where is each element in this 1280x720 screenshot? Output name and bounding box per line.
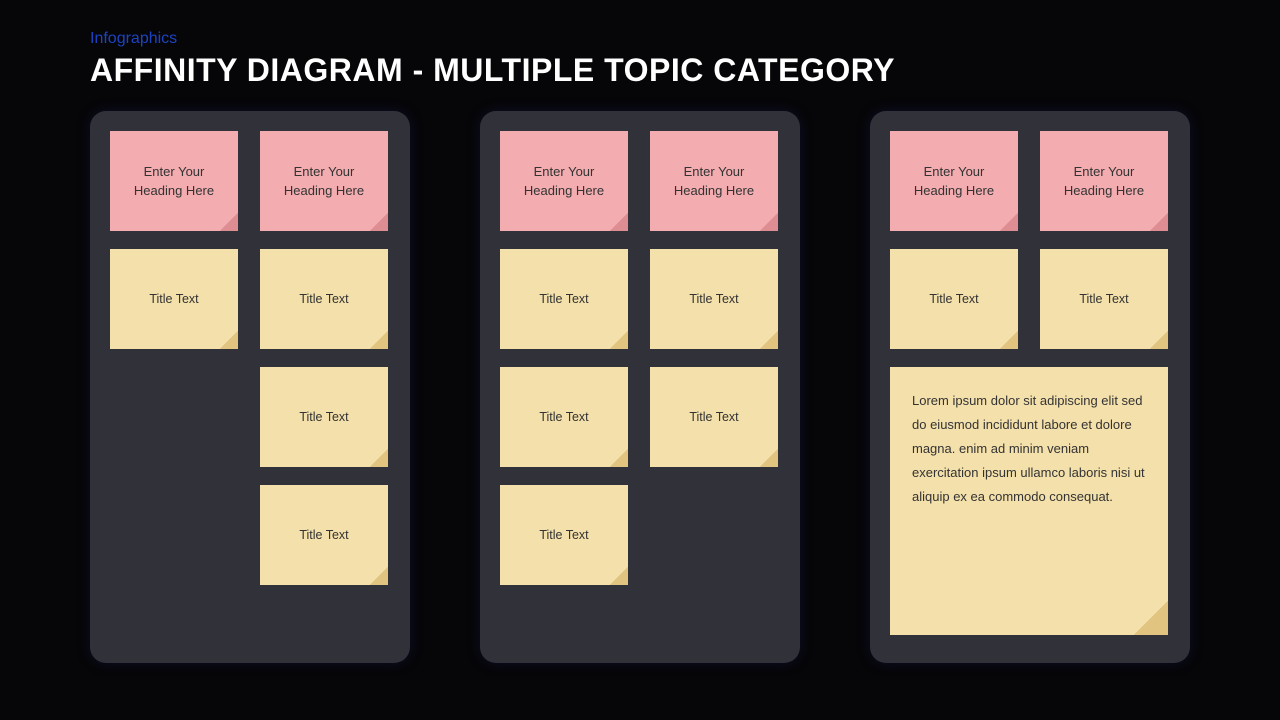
title-note[interactable]: Title Text: [110, 249, 238, 349]
heading-note[interactable]: Enter Your Heading Here: [650, 131, 778, 231]
title-note[interactable]: Title Text: [500, 249, 628, 349]
title-note-label: Title Text: [539, 408, 588, 427]
title-note[interactable]: Title Text: [650, 249, 778, 349]
heading-note[interactable]: Enter Your Heading Here: [110, 131, 238, 231]
heading-note[interactable]: Enter Your Heading Here: [260, 131, 388, 231]
heading-note-label: Enter Your Heading Here: [268, 162, 380, 201]
title-note[interactable]: Title Text: [890, 249, 1018, 349]
title-note-label: Title Text: [299, 526, 348, 545]
paragraph-note-text: Lorem ipsum dolor sit adipiscing elit se…: [912, 393, 1145, 504]
paragraph-note[interactable]: Lorem ipsum dolor sit adipiscing elit se…: [890, 367, 1168, 635]
slide: Infographics AFFINITY DIAGRAM - MULTIPLE…: [0, 0, 1280, 720]
title-note-label: Title Text: [929, 290, 978, 309]
title-note[interactable]: Title Text: [260, 367, 388, 467]
category-panel-3: Enter Your Heading Here Enter Your Headi…: [870, 111, 1190, 663]
heading-note-label: Enter Your Heading Here: [508, 162, 620, 201]
title-note[interactable]: Title Text: [650, 367, 778, 467]
title-note-label: Title Text: [689, 290, 738, 309]
title-note[interactable]: Title Text: [1040, 249, 1168, 349]
heading-note-label: Enter Your Heading Here: [898, 162, 1010, 201]
page-title: AFFINITY DIAGRAM - MULTIPLE TOPIC CATEGO…: [90, 52, 1190, 89]
title-note[interactable]: Title Text: [260, 485, 388, 585]
title-note-label: Title Text: [299, 290, 348, 309]
title-note[interactable]: Title Text: [500, 367, 628, 467]
heading-note-label: Enter Your Heading Here: [118, 162, 230, 201]
heading-note-label: Enter Your Heading Here: [1048, 162, 1160, 201]
columns-container: Enter Your Heading Here Enter Your Headi…: [90, 111, 1190, 663]
title-note-label: Title Text: [539, 526, 588, 545]
heading-note[interactable]: Enter Your Heading Here: [500, 131, 628, 231]
title-note-label: Title Text: [689, 408, 738, 427]
category-panel-2: Enter Your Heading Here Enter Your Headi…: [480, 111, 800, 663]
heading-note[interactable]: Enter Your Heading Here: [1040, 131, 1168, 231]
heading-note[interactable]: Enter Your Heading Here: [890, 131, 1018, 231]
title-note-label: Title Text: [299, 408, 348, 427]
heading-note-label: Enter Your Heading Here: [658, 162, 770, 201]
eyebrow-text: Infographics: [90, 30, 1190, 48]
title-note[interactable]: Title Text: [260, 249, 388, 349]
title-note-label: Title Text: [1079, 290, 1128, 309]
title-note-label: Title Text: [539, 290, 588, 309]
title-note[interactable]: Title Text: [500, 485, 628, 585]
category-panel-1: Enter Your Heading Here Enter Your Headi…: [90, 111, 410, 663]
title-note-label: Title Text: [149, 290, 198, 309]
